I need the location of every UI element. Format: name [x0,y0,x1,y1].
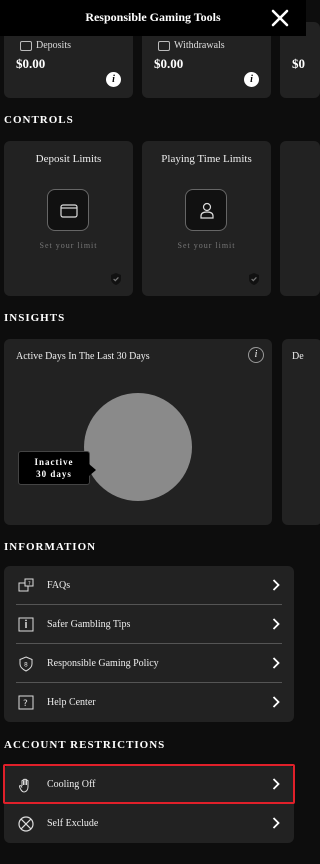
list-item-label: FAQs [47,580,71,591]
info-icon [16,615,36,635]
info-icon[interactable]: i [248,347,264,363]
chevron-right-icon [272,817,280,829]
list-item-label: Self Exclude [47,818,99,829]
chart-tooltip: Inactive 30 days [18,451,96,485]
person-icon [185,189,227,231]
svg-text:8: 8 [24,661,28,668]
information-list: ? FAQs Safer Gambling Tips 8 Responsible… [4,566,294,722]
faq-icon: ? [16,576,36,596]
top-bar: Responsible Gaming Tools [0,0,306,36]
chevron-right-icon [272,657,280,669]
withdrawal-icon [158,40,170,51]
list-item-help-center[interactable]: ? Help Center [4,683,294,722]
list-item-self-exclude[interactable]: Self Exclude [4,804,294,843]
stat-value: $0.00 [16,56,46,71]
insight-card-partial: De [282,339,320,525]
wallet-icon [47,189,89,231]
list-item-safer-gambling-tips[interactable]: Safer Gambling Tips [4,605,294,644]
card-title: De [292,351,304,362]
svg-text:?: ? [28,581,31,587]
close-icon[interactable] [270,8,290,28]
list-item-label: Help Center [47,697,96,708]
deposit-icon [20,40,32,51]
list-item-faqs[interactable]: ? FAQs [4,566,294,605]
chevron-right-icon [272,618,280,630]
information-heading: INFORMATION [4,541,97,553]
shield-icon: 8 [16,654,36,674]
controls-heading: CONTROLS [4,114,74,126]
card-title: Playing Time Limits [161,153,252,165]
tooltip-value: 30 days [36,469,72,479]
card-subtitle: Set your limit [39,241,98,250]
playing-time-limits-card[interactable]: Playing Time Limits Set your limit [142,141,271,296]
tooltip-label: Inactive [34,457,74,467]
list-item-label: Cooling Off [47,779,96,790]
page-title: Responsible Gaming Tools [85,10,221,24]
stat-label: Deposits [36,40,71,51]
info-icon[interactable]: i [106,72,121,87]
chevron-right-icon [272,696,280,708]
stats-row: Deposits $0.00 i Withdrawals $0.00 i $0 [0,22,320,98]
card-title: Deposit Limits [35,153,102,165]
chevron-right-icon [272,579,280,591]
info-icon[interactable]: i [244,72,259,87]
account-restrictions-list: Cooling Off Self Exclude [4,765,294,843]
chevron-right-icon [272,778,280,790]
shield-check-icon [249,273,259,285]
block-icon [16,814,36,834]
pie-slice[interactable] [84,393,192,501]
list-item-responsible-gaming-policy[interactable]: 8 Responsible Gaming Policy [4,644,294,683]
card-title: Active Days In The Last 30 Days [16,351,150,362]
stat-value: $0 [292,56,305,71]
stat-label: Withdrawals [174,40,225,51]
control-card-partial[interactable] [280,141,320,296]
list-item-label: Responsible Gaming Policy [47,658,159,669]
help-icon: ? [16,693,36,713]
hand-icon [16,775,36,795]
list-item-label: Safer Gambling Tips [47,619,131,630]
card-subtitle: Set your limit [177,241,236,250]
list-item-cooling-off[interactable]: Cooling Off [4,765,294,804]
stat-value: $0.00 [154,56,184,71]
account-restrictions-heading: ACCOUNT RESTRICTIONS [4,739,166,751]
svg-text:?: ? [23,699,28,709]
active-days-card: Active Days In The Last 30 Days i Inacti… [4,339,272,525]
insights-heading: INSIGHTS [4,312,66,324]
shield-check-icon [111,273,121,285]
deposit-limits-card[interactable]: Deposit Limits Set your limit [4,141,133,296]
